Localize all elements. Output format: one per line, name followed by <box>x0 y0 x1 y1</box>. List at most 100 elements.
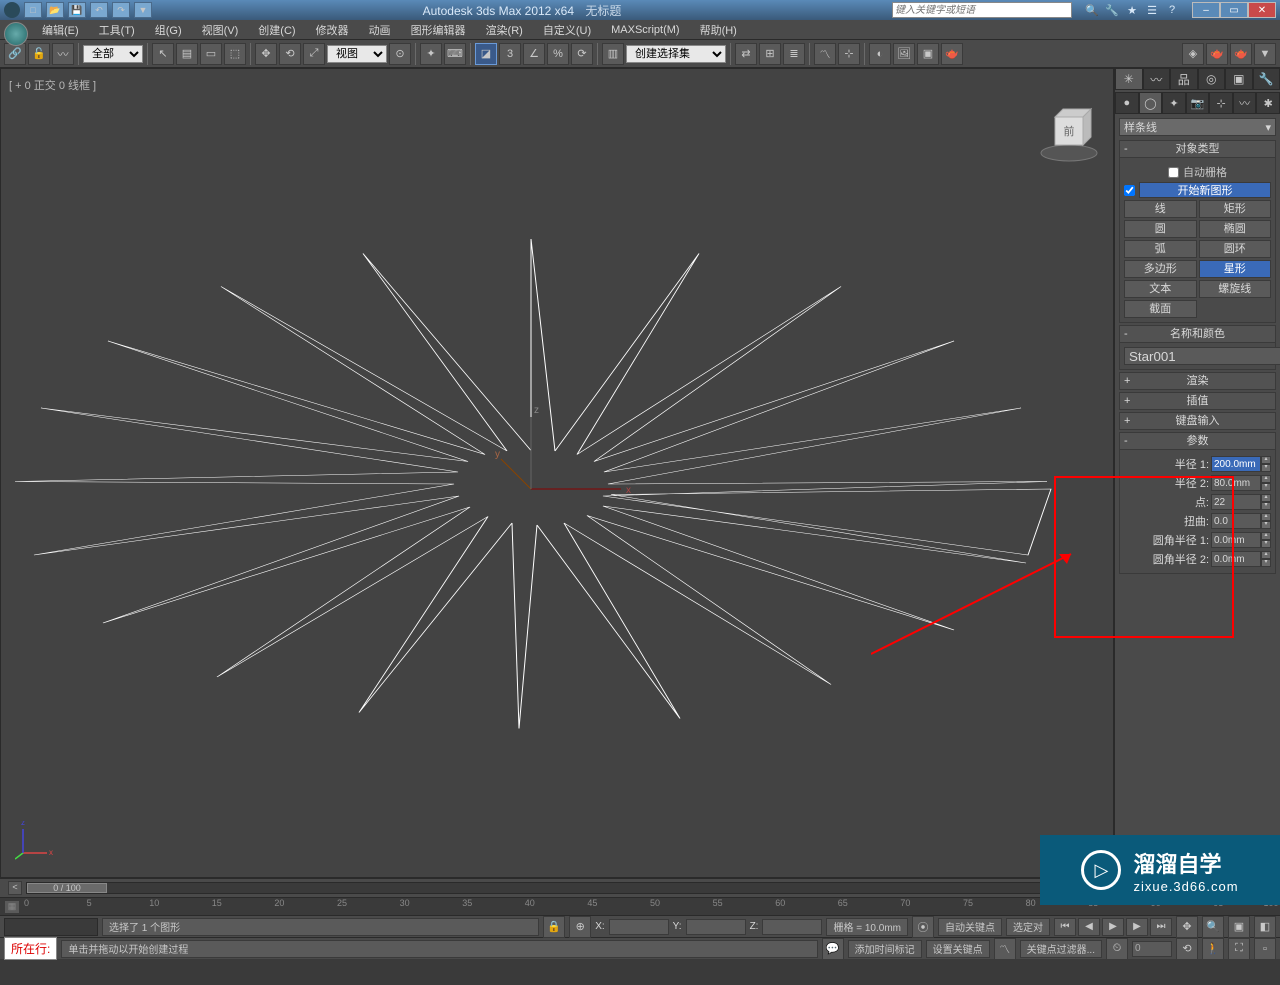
lights-tab-icon[interactable]: ✦ <box>1162 92 1186 114</box>
newshape-checkbox[interactable] <box>1124 185 1135 196</box>
unlink-icon[interactable]: 🔓 <box>28 43 50 65</box>
donut-button[interactable]: 圆环 <box>1199 240 1272 258</box>
points-down[interactable]: ▾ <box>1261 502 1271 510</box>
key-mode-icon[interactable]: 〽 <box>994 938 1016 960</box>
radius2-input[interactable] <box>1211 475 1261 491</box>
points-up[interactable]: ▴ <box>1261 494 1271 502</box>
menu-maxscript[interactable]: MAXScript(M) <box>601 22 689 38</box>
menu-tools[interactable]: 工具(T) <box>89 20 145 40</box>
window-cross-icon[interactable]: ⬚ <box>224 43 246 65</box>
helpers-tab-icon[interactable]: ⊹ <box>1209 92 1233 114</box>
graphite-tool1-icon[interactable]: ◈ <box>1182 43 1204 65</box>
fillet2-input[interactable] <box>1211 551 1261 567</box>
move-icon[interactable]: ✥ <box>255 43 277 65</box>
bind-icon[interactable]: 〰 <box>52 43 74 65</box>
graphite-tool3-icon[interactable]: 🫖 <box>1230 43 1252 65</box>
geometry-tab-icon[interactable]: ● <box>1115 92 1139 114</box>
viewcube[interactable]: 前 <box>1037 99 1101 166</box>
newshape-button[interactable]: 开始新图形 <box>1139 182 1271 198</box>
graphite-tool4-icon[interactable]: ▼ <box>1254 43 1276 65</box>
nav-orbit-icon[interactable]: ⟲ <box>1176 938 1198 960</box>
goto-end-icon[interactable]: ⏭ <box>1150 918 1172 936</box>
shapes-tab-icon[interactable]: ◯ <box>1139 92 1163 114</box>
render-frame-icon[interactable]: ▣ <box>917 43 939 65</box>
layer-icon[interactable]: ≣ <box>783 43 805 65</box>
nav-fov-icon[interactable]: ◧ <box>1254 916 1276 938</box>
nav-pan-icon[interactable]: ✥ <box>1176 916 1198 938</box>
motion-tab-icon[interactable]: ◎ <box>1198 68 1226 90</box>
display-tab-icon[interactable]: ▣ <box>1225 68 1253 90</box>
arc-button[interactable]: 弧 <box>1124 240 1197 258</box>
text-button[interactable]: 文本 <box>1124 280 1197 298</box>
manip-icon[interactable]: ✦ <box>420 43 442 65</box>
line-button[interactable]: 线 <box>1124 200 1197 218</box>
qat-save-icon[interactable]: 💾 <box>68 2 86 18</box>
close-button[interactable]: ✕ <box>1248 2 1276 18</box>
pivot-icon[interactable]: ⊙ <box>389 43 411 65</box>
minilistener[interactable] <box>4 918 98 936</box>
menu-anim[interactable]: 动画 <box>359 20 401 40</box>
spacewarps-tab-icon[interactable]: 〰 <box>1233 92 1257 114</box>
cameras-tab-icon[interactable]: 📷 <box>1186 92 1210 114</box>
qat-more-icon[interactable]: ▼ <box>134 2 152 18</box>
comm-icon[interactable]: ☰ <box>1144 2 1160 18</box>
fillet1-up[interactable]: ▴ <box>1261 532 1271 540</box>
time-slider-thumb[interactable]: 0 / 100 <box>27 883 107 893</box>
percent-snap-icon[interactable]: % <box>547 43 569 65</box>
fillet2-down[interactable]: ▾ <box>1261 559 1271 567</box>
mirror-icon[interactable]: ⇄ <box>735 43 757 65</box>
x-input[interactable] <box>609 919 669 935</box>
qat-redo-icon[interactable]: ↷ <box>112 2 130 18</box>
shape-category-dropdown[interactable]: 样条线▾ <box>1119 118 1276 136</box>
menu-custom[interactable]: 自定义(U) <box>533 20 601 40</box>
nav-zoomext-icon[interactable]: ▣ <box>1228 916 1250 938</box>
app-icon[interactable] <box>4 2 20 18</box>
ngon-button[interactable]: 多边形 <box>1124 260 1197 278</box>
tool1-icon[interactable]: 🔧 <box>1104 2 1120 18</box>
lock-icon[interactable]: 🔒 <box>543 916 565 938</box>
distort-up[interactable]: ▴ <box>1261 513 1271 521</box>
object-name-input[interactable] <box>1124 347 1280 365</box>
next-frame-icon[interactable]: ▶ <box>1126 918 1148 936</box>
select-rect-icon[interactable]: ▭ <box>200 43 222 65</box>
menu-view[interactable]: 视图(V) <box>192 20 249 40</box>
nav-maximize-icon[interactable]: ⛶ <box>1228 938 1250 960</box>
add-time-tag[interactable]: 添加时间标记 <box>848 940 922 958</box>
help-icon[interactable]: ? <box>1164 2 1180 18</box>
radius2-down[interactable]: ▾ <box>1261 483 1271 491</box>
star-button[interactable]: 星形 <box>1199 260 1272 278</box>
rotate-icon[interactable]: ⟲ <box>279 43 301 65</box>
goto-start-icon[interactable]: ⏮ <box>1054 918 1076 936</box>
object-type-header[interactable]: -对象类型 <box>1119 140 1276 158</box>
named-selection-combo[interactable]: 创建选择集 <box>626 45 726 63</box>
menu-create[interactable]: 创建(C) <box>248 20 305 40</box>
fillet1-down[interactable]: ▾ <box>1261 540 1271 548</box>
autokey-button[interactable]: 自动关键点 <box>938 918 1002 936</box>
create-tab-icon[interactable]: ✳ <box>1115 68 1143 90</box>
angle-snap-icon[interactable]: ∠ <box>523 43 545 65</box>
select-name-icon[interactable]: ▤ <box>176 43 198 65</box>
rectangle-button[interactable]: 矩形 <box>1199 200 1272 218</box>
keyboard-rollout-header[interactable]: +键盘输入 <box>1119 412 1276 430</box>
hierarchy-tab-icon[interactable]: 品 <box>1170 68 1198 90</box>
fillet1-input[interactable] <box>1211 532 1261 548</box>
radius1-up[interactable]: ▴ <box>1261 456 1271 464</box>
ellipse-button[interactable]: 椭圆 <box>1199 220 1272 238</box>
section-button[interactable]: 截面 <box>1124 300 1197 318</box>
menu-modifier[interactable]: 修改器 <box>306 20 359 40</box>
params-header[interactable]: -参数 <box>1119 432 1276 450</box>
systems-tab-icon[interactable]: ✱ <box>1256 92 1280 114</box>
menu-help[interactable]: 帮助(H) <box>690 20 747 40</box>
time-config-icon[interactable]: ⏲ <box>1106 938 1128 960</box>
key-filter-button[interactable]: 关键点过滤器... <box>1020 940 1102 958</box>
select-icon[interactable]: ↖ <box>152 43 174 65</box>
prev-frame-icon[interactable]: ◀ <box>1078 918 1100 936</box>
keymode-icon[interactable]: ⌨ <box>444 43 466 65</box>
menu-graph[interactable]: 图形编辑器 <box>401 20 476 40</box>
comm-center-icon[interactable]: 💬 <box>822 938 844 960</box>
radius1-input[interactable] <box>1211 456 1261 472</box>
graphite-tool2-icon[interactable]: 🫖 <box>1206 43 1228 65</box>
menu-edit[interactable]: 编辑(E) <box>32 20 89 40</box>
selset-combo[interactable]: 选定对 <box>1006 918 1050 936</box>
infocenter-icon[interactable]: 🔍 <box>1084 2 1100 18</box>
